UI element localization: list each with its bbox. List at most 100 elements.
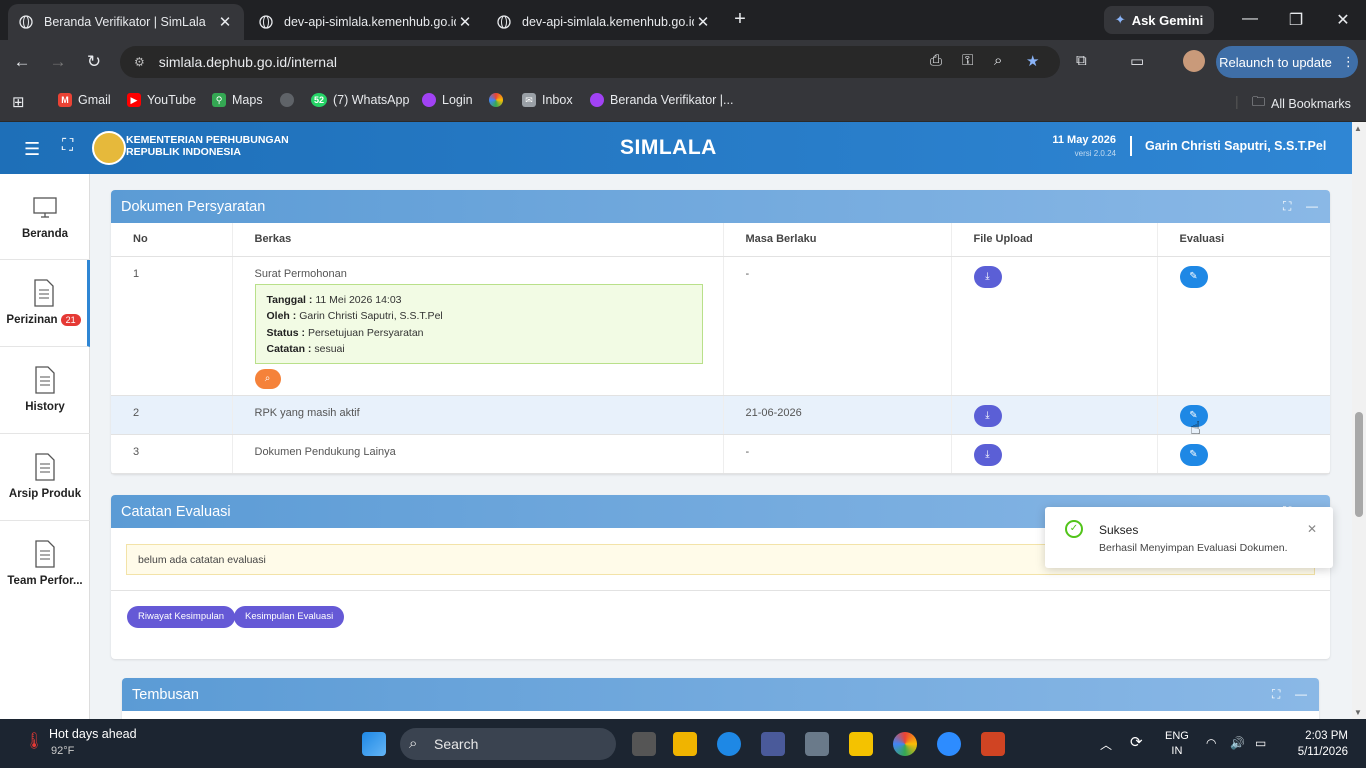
chrome-icon[interactable] [893, 732, 917, 756]
scroll-up-icon[interactable]: ▲ [1354, 124, 1362, 133]
download-button[interactable]: ⤓ [973, 443, 1002, 466]
fullscreen-icon[interactable]: ⛶ [62, 137, 73, 155]
riwayat-kesimpulan-button[interactable]: Riwayat Kesimpulan [127, 606, 236, 628]
language-indicator[interactable]: ENG IN [1165, 729, 1189, 759]
bookmark-star-icon[interactable]: ★ [1026, 52, 1039, 70]
extensions-icon[interactable]: ⧉ [1076, 52, 1087, 69]
zoom-app-icon[interactable] [937, 732, 961, 756]
file-explorer-icon[interactable] [673, 732, 697, 756]
sidebar-item-perizinan[interactable]: Perizinan 21 [0, 260, 90, 347]
download-button[interactable]: ⤓ [973, 265, 1002, 288]
tab-dev-api-2[interactable]: dev-api-simlala.kemenhub.go.id ✕ [486, 4, 722, 40]
close-window-icon[interactable]: ✕ [1333, 10, 1353, 30]
sticky-notes-icon[interactable] [849, 732, 873, 756]
globe-icon [18, 14, 34, 30]
relaunch-button[interactable]: Relaunch to update ⋮ [1216, 46, 1358, 78]
search-icon: ⌕ [409, 735, 418, 752]
hamburger-menu-icon[interactable]: ☰ [24, 139, 40, 160]
bookmark-globe[interactable] [280, 93, 294, 107]
app-version: versi 2.0.24 [1074, 149, 1116, 158]
wifi-icon[interactable]: ◠ [1206, 736, 1216, 750]
all-bookmarks[interactable]: 🗀 All Bookmarks [1252, 93, 1351, 115]
system-clock[interactable]: 2:03 PM 5/11/2026 [1292, 728, 1348, 760]
login-icon [422, 93, 436, 107]
address-bar[interactable]: ⚙ simlala.dephub.go.id/internal ⎙ ⚿ ⌕ ★ [120, 46, 1060, 78]
bookmark-beranda[interactable]: Beranda Verifikator |... [590, 93, 733, 107]
minimize-icon[interactable]: — [1240, 10, 1260, 28]
bookmark-maps[interactable]: ⚲ Maps [212, 93, 263, 107]
check-circle-icon: ✓ [1065, 520, 1083, 538]
tab-bar: Beranda Verifikator | SimLala ✕ dev-api-… [0, 0, 1366, 40]
battery-icon[interactable]: ▭ [1255, 736, 1266, 750]
new-tab-icon[interactable]: + [730, 8, 750, 32]
table-row: 1 Surat Permohonan Tanggal : 11 Mei 2026… [111, 256, 1330, 396]
gemini-sparkle-icon: ✦ [1114, 12, 1126, 27]
close-tab-icon[interactable]: ✕ [216, 13, 234, 31]
card-header: Dokumen Persyaratan ⛶ — [111, 190, 1330, 223]
close-tab-icon[interactable]: ✕ [456, 13, 474, 31]
ask-gemini-button[interactable]: ✦ Ask Gemini [1104, 6, 1214, 34]
collapse-icon[interactable]: — [1295, 687, 1307, 701]
sync-icon[interactable]: ⟳ [1130, 733, 1143, 751]
evaluate-edit-button[interactable]: ✎ [1179, 443, 1208, 466]
ministry-name: KEMENTERIAN PERHUBUNGAN REPUBLIK INDONES… [126, 134, 289, 158]
maps-pin-icon: ⚲ [212, 93, 226, 107]
evaluate-edit-button[interactable]: ✎ [1179, 265, 1208, 288]
bookmarks-bar: ⊞ M Gmail ▶ YouTube ⚲ Maps 52 (7) WhatsApp L… [0, 84, 1366, 122]
tab-search-icon[interactable]: ▭ [1130, 52, 1144, 70]
kesimpulan-evaluasi-button[interactable]: Kesimpulan Evaluasi [234, 606, 345, 628]
powerpoint-icon[interactable] [981, 732, 1005, 756]
collapse-icon[interactable]: — [1306, 199, 1318, 213]
bookmark-photos[interactable] [489, 93, 503, 107]
forward-icon[interactable]: → [46, 50, 70, 74]
volume-icon[interactable]: 🔊 [1230, 736, 1245, 750]
sidebar-item-beranda[interactable]: Beranda [0, 174, 90, 260]
vpn-icon[interactable] [761, 732, 785, 756]
perizinan-badge: 21 [60, 314, 81, 326]
sidebar-item-team-performance[interactable]: Team Perfor... [0, 521, 90, 608]
reload-icon[interactable]: ↻ [82, 50, 106, 74]
tab-beranda[interactable]: Beranda Verifikator | SimLala ✕ [8, 4, 244, 40]
install-app-icon[interactable]: ⎙ [930, 52, 942, 69]
table-row: 3 Dokumen Pendukung Lainya - ⤓ ✎ [111, 434, 1330, 474]
more-menu-icon[interactable]: ⋮ [1342, 54, 1355, 70]
taskbar-search[interactable]: ⌕ Search [400, 728, 616, 760]
bookmark-youtube[interactable]: ▶ YouTube [127, 93, 196, 107]
card-header: Tembusan ⛶ — [122, 678, 1319, 711]
password-key-icon[interactable]: ⚿ [962, 52, 973, 69]
site-settings-icon[interactable]: ⚙ [134, 55, 145, 69]
zoom-icon[interactable]: ⌕ [994, 52, 1002, 69]
kemenhub-logo [92, 131, 126, 165]
bookmark-gmail[interactable]: M Gmail [58, 93, 111, 107]
camera-icon[interactable] [805, 732, 829, 756]
close-tab-icon[interactable]: ✕ [694, 13, 712, 31]
page-scrollbar[interactable]: ▲ ▼ [1352, 122, 1366, 719]
bookmark-whatsapp[interactable]: 52 (7) WhatsApp [311, 93, 409, 107]
table-row: 2 RPK yang masih aktif 21-06-2026 ⤓ ✎ [111, 395, 1330, 435]
sidebar-item-history[interactable]: History [0, 347, 90, 434]
profile-avatar[interactable] [1183, 50, 1205, 72]
scrollbar-thumb[interactable] [1355, 412, 1363, 517]
search-history-button[interactable]: ⌕ [254, 368, 281, 389]
expand-icon[interactable]: ⛶ [1283, 199, 1291, 214]
edge-icon[interactable] [717, 732, 741, 756]
tab-dev-api-1[interactable]: dev-api-simlala.kemenhub.go.id ✕ [248, 4, 484, 40]
expand-icon[interactable]: ⛶ [1272, 687, 1280, 702]
whatsapp-icon: 52 [311, 93, 327, 107]
close-toast-icon[interactable]: ✕ [1307, 522, 1317, 536]
globe-icon [258, 14, 274, 30]
restore-icon[interactable]: ❐ [1286, 10, 1306, 30]
apps-grid-icon[interactable]: ⊞ [12, 93, 25, 111]
windows-start-icon[interactable] [362, 732, 386, 756]
user-name[interactable]: Garin Christi Saputri, S.S.T.Pel [1145, 139, 1326, 153]
scroll-down-icon[interactable]: ▼ [1354, 708, 1362, 717]
divider [111, 590, 1330, 591]
document-icon [35, 540, 55, 568]
tray-overflow-icon[interactable]: ︿ [1100, 736, 1112, 753]
task-view-icon[interactable] [632, 732, 656, 756]
back-icon[interactable]: ← [10, 50, 34, 74]
bookmark-inbox[interactable]: ✉ Inbox [522, 93, 573, 107]
sidebar-item-arsip-produk[interactable]: Arsip Produk [0, 434, 90, 521]
download-button[interactable]: ⤓ [973, 404, 1002, 427]
bookmark-login[interactable]: Login [422, 93, 473, 107]
